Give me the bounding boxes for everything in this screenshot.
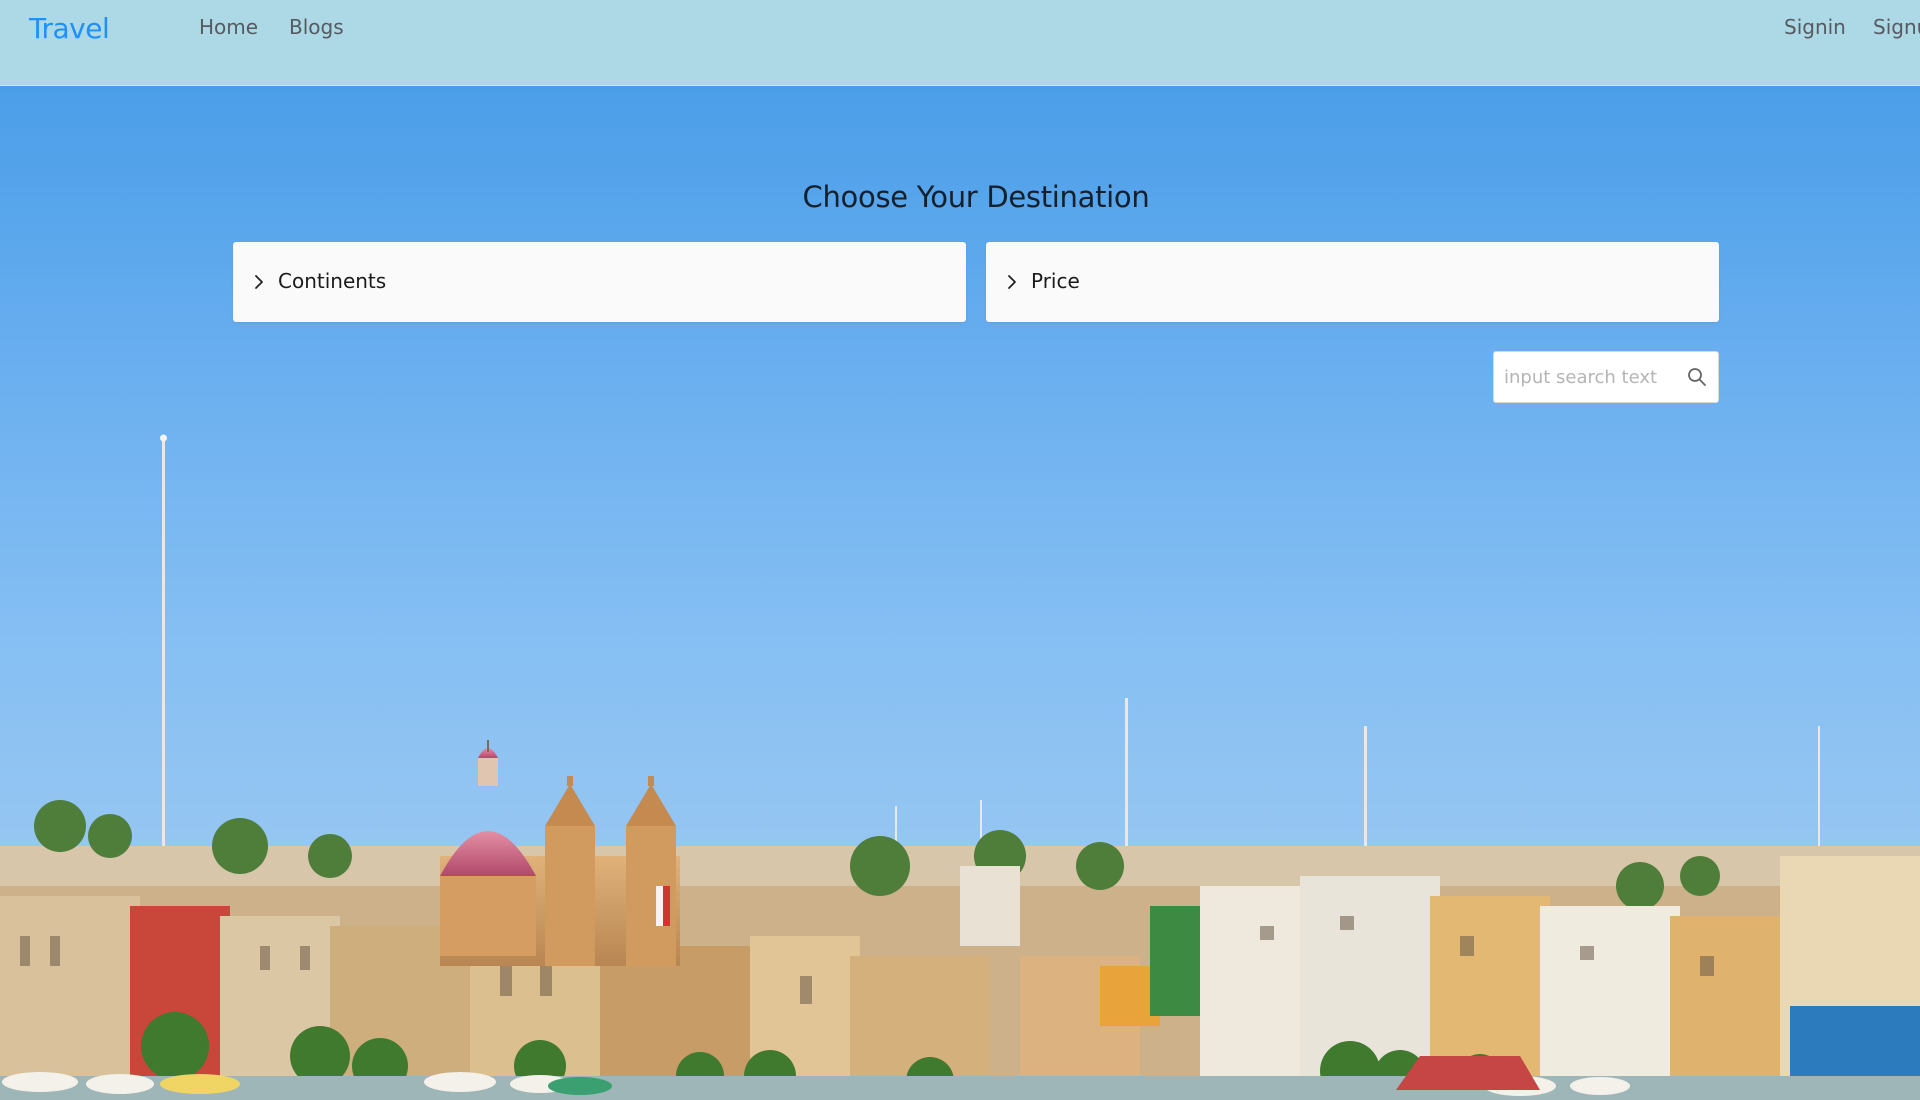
price-filter-label: Price — [1031, 269, 1080, 293]
continents-filter-label: Continents — [278, 269, 387, 293]
brand-logo[interactable]: Travel — [29, 12, 110, 45]
page-title: Choose Your Destination — [802, 180, 1150, 214]
hero-background-image — [0, 434, 1920, 1100]
signin-link[interactable]: Signin — [1784, 15, 1846, 39]
search-box — [1493, 351, 1719, 403]
top-navbar: Travel Home Blogs Signin Signup — [0, 0, 1920, 86]
nav-blogs-link[interactable]: Blogs — [289, 15, 344, 39]
continents-filter-panel[interactable]: Continents — [233, 242, 966, 322]
chevron-right-icon — [255, 275, 263, 289]
price-filter-panel[interactable]: Price — [986, 242, 1719, 322]
search-icon[interactable] — [1686, 366, 1708, 388]
nav-home-link[interactable]: Home — [199, 15, 258, 39]
search-input[interactable] — [1504, 362, 1674, 392]
chevron-right-icon — [1008, 275, 1016, 289]
signup-link[interactable]: Signup — [1873, 15, 1920, 39]
hero-section: Choose Your Destination Continents Price — [0, 86, 1920, 1100]
